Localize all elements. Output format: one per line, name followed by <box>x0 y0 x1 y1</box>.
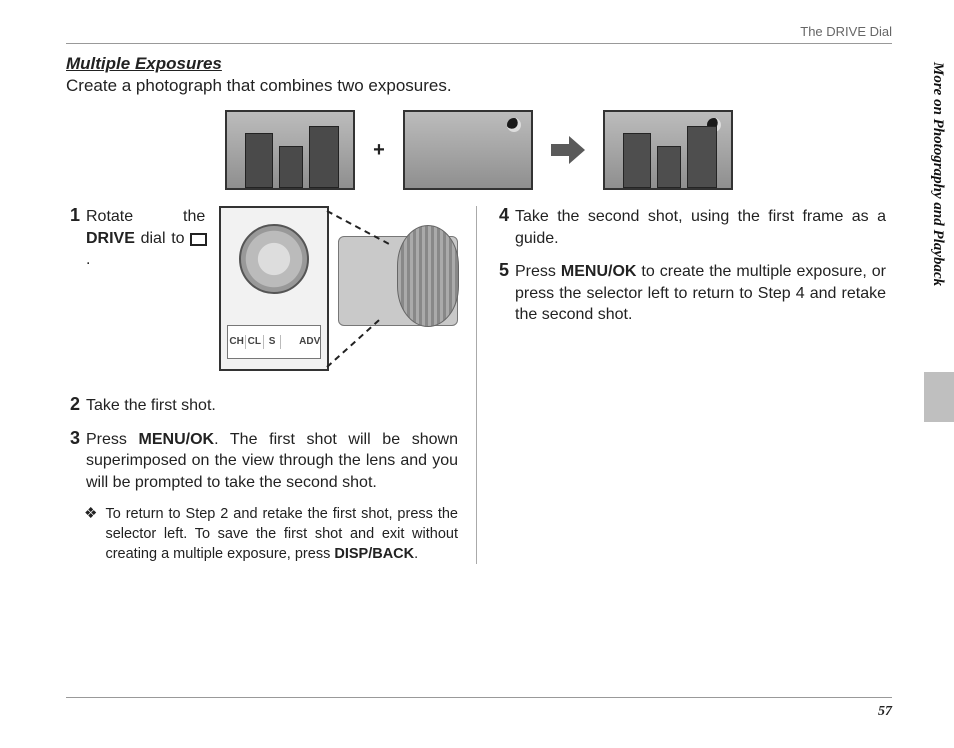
dial-mark: ADV <box>299 335 320 349</box>
hero-image-buildings <box>225 110 355 190</box>
hero-image-combined <box>603 110 733 190</box>
content-area: Multiple Exposures Create a photograph t… <box>66 54 892 564</box>
running-head: The DRIVE Dial <box>66 24 892 44</box>
step-number: 4 <box>495 206 509 249</box>
dial-mark: S <box>264 335 282 349</box>
step-number: 1 <box>66 206 80 271</box>
step-3: 3 Press MENU/OK. The first shot will be … <box>66 429 458 494</box>
menu-ok-label: MENU/OK <box>561 263 637 280</box>
camera-illustration: CH CL S ADV <box>219 206 458 381</box>
dial-zoom-box: CH CL S ADV <box>219 206 329 371</box>
step-text: Take the first shot. <box>86 395 458 417</box>
disp-back-label: DISP/BACK <box>334 546 414 562</box>
step-4: 4 Take the second shot, using the first … <box>495 206 886 249</box>
plus-icon: + <box>373 139 385 162</box>
dial-scale: CH CL S ADV <box>227 325 321 359</box>
note-text: . <box>414 546 418 562</box>
section-title: Multiple Exposures <box>66 54 892 74</box>
page: The DRIVE Dial Multiple Exposures Create… <box>66 24 892 724</box>
right-column: 4 Take the second shot, using the first … <box>476 206 886 564</box>
dial-mark: CL <box>246 335 264 349</box>
camera-body-icon <box>338 236 458 326</box>
step-text: Rotate the <box>86 208 205 225</box>
menu-ok-label: MENU/OK <box>139 431 215 448</box>
step-text: dial to <box>135 230 190 247</box>
drive-label: DRIVE <box>86 230 135 247</box>
step-number: 5 <box>495 261 509 326</box>
step-text: Press <box>86 431 139 448</box>
step-text: . <box>86 251 90 268</box>
left-column: 1 Rotate the DRIVE dial to . CH CL <box>66 206 476 564</box>
thumb-index-tab <box>924 372 954 422</box>
two-column-layout: 1 Rotate the DRIVE dial to . CH CL <box>66 206 892 564</box>
multi-exposure-icon <box>190 233 205 244</box>
hero-illustration: + <box>66 110 892 190</box>
note: ❖ To return to Step 2 and retake the fir… <box>66 505 458 564</box>
step-number: 2 <box>66 395 80 417</box>
step-5: 5 Press MENU/OK to create the multiple e… <box>495 261 886 326</box>
arrow-right-icon <box>551 136 585 164</box>
step-1: 1 Rotate the DRIVE dial to . <box>66 206 205 271</box>
step-2: 2 Take the first shot. <box>66 395 458 417</box>
hero-image-moon <box>403 110 533 190</box>
drive-dial-icon <box>239 224 309 294</box>
section-lead: Create a photograph that combines two ex… <box>66 76 892 96</box>
step-number: 3 <box>66 429 80 494</box>
step-text: Take the second shot, using the first fr… <box>515 206 886 249</box>
page-number: 57 <box>66 697 892 720</box>
note-bullet-icon: ❖ <box>84 505 97 564</box>
section-tab: More on Photography and Playback <box>918 62 946 372</box>
step-text: Press <box>515 263 561 280</box>
dial-mark: CH <box>228 335 246 349</box>
